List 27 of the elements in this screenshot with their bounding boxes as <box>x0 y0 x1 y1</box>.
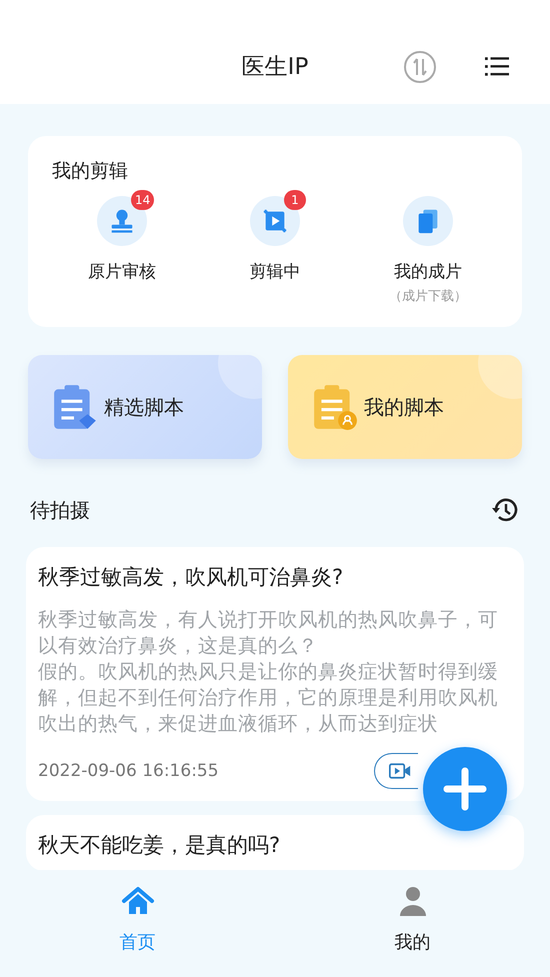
menu-icon[interactable] <box>485 56 509 77</box>
script-card[interactable]: 秋天不能吃姜，是真的吗? <box>26 815 524 871</box>
script-button[interactable]: 我的脚本 <box>288 355 522 459</box>
add-button[interactable] <box>420 744 510 834</box>
count-badge: 1 <box>284 190 306 210</box>
video-camera-icon <box>389 762 411 780</box>
tab[interactable]: 我的 <box>275 870 550 977</box>
script-card[interactable]: 秋季过敏高发，吹风机可治鼻炎? 秋季过敏高发，有人说打开吹风机的热风吹鼻子，可以有效治疗鼻炎，这是真的么？ 假的。吹风机的热风只是让你的鼻炎症状暂时得到缓解，但起不到任何治疗作用，它的原理是利用吹风机吹出的热气，来促进血液循环，从而达到症状 2022-09-06 16:16:55 <box>26 547 524 801</box>
clipboard-icon <box>312 383 358 431</box>
edit-label[interactable]: 我的成片 <box>394 260 462 283</box>
script-time: 2022-09-06 16:16:55 <box>38 761 219 781</box>
swap-icon[interactable] <box>403 50 437 84</box>
script-body: 秋季过敏高发，有人说打开吹风机的热风吹鼻子，可以有效治疗鼻炎，这是真的么？ <box>38 607 499 659</box>
script-button[interactable]: 精选脚本 <box>28 355 262 459</box>
count-badge: 14 <box>131 190 154 210</box>
clipboard-icon <box>52 383 98 431</box>
section-title: 待拍摄 <box>30 496 90 524</box>
video-crop-icon[interactable] <box>261 207 289 235</box>
page-title: 医生IP <box>242 52 308 82</box>
script-body: 假的。吹风机的热风只是让你的鼻炎症状暂时得到缓解，但起不到任何治疗作用，它的原理是利用吹风机吹出的热气，来促进血液循环，从而达到症状 <box>38 659 499 737</box>
section-title: 我的剪辑 <box>52 159 129 184</box>
script-title: 秋季过敏高发，吹风机可治鼻炎? <box>38 564 344 591</box>
edit-label[interactable]: 原片审核 <box>88 260 156 283</box>
edit-label[interactable]: 剪辑中 <box>250 260 300 283</box>
record-button[interactable] <box>374 753 418 789</box>
script-title: 秋天不能吃姜，是真的吗? <box>38 832 282 859</box>
edit-sublabel: （成片下载） <box>389 288 467 305</box>
